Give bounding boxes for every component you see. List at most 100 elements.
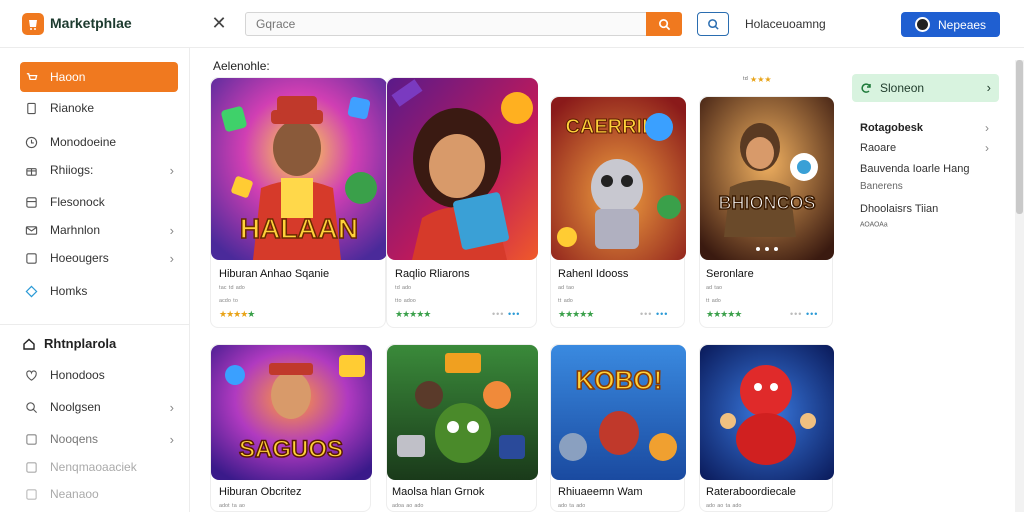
game-meta: ᵃᵈᵒᵗ ᵗᵃ ᵃᵒ xyxy=(219,502,245,511)
sidebar-item-label: Hoeougers xyxy=(50,251,109,265)
game-title[interactable]: Rahenl Idooss xyxy=(558,268,628,280)
rating-stars: ★★★★★ xyxy=(558,309,594,319)
sidebar-item-3[interactable]: Rhiiogs: › xyxy=(20,156,178,184)
game-art: CAERRIK xyxy=(551,97,686,260)
sidebar-item-label: Monodoeine xyxy=(50,135,117,149)
game-title[interactable]: Rhiuaeemn Wam xyxy=(558,486,643,498)
close-icon[interactable]: ✕ xyxy=(209,13,229,33)
right-panel-item-4[interactable]: Dhoolaisrs Tiian xyxy=(860,203,938,215)
sidebar: Haoon Rianoke Monodoeine Rhiiogs: › Fles… xyxy=(0,48,190,512)
header-link[interactable]: Holaceuoamng xyxy=(745,17,826,31)
scrollbar-thumb[interactable] xyxy=(1016,60,1023,214)
sidebar-item-6[interactable]: Hoeougers › xyxy=(20,244,178,272)
sidebar-sub-item-2[interactable]: Nooqens › xyxy=(20,425,178,453)
game-art-title: KOBO! xyxy=(576,365,663,395)
sidebar-heading-label: Rhtnplarola xyxy=(44,336,117,351)
signin-label: Nepeaes xyxy=(938,17,987,32)
sidebar-item-label: Rhiiogs: xyxy=(50,163,94,177)
game-art xyxy=(387,78,538,260)
game-art-title: BHIONCOS xyxy=(718,193,815,213)
game-title[interactable]: Hiburan Anhao Sqanie xyxy=(219,268,329,280)
box-icon xyxy=(24,251,38,265)
app-title: Marketphlae xyxy=(50,15,132,31)
scrollbar[interactable] xyxy=(1015,60,1024,512)
game-meta: ᵃᵈ ᵗᵃᵒ xyxy=(706,284,722,293)
heart-icon xyxy=(24,368,38,382)
logo-icon[interactable] xyxy=(22,13,44,35)
search-input[interactable] xyxy=(245,12,647,36)
chevron-right-icon: › xyxy=(169,400,174,415)
right-panel-item-1[interactable]: Raoare xyxy=(860,142,896,154)
game-art-title: SAGUOS xyxy=(239,436,343,463)
game-meta: ᵗᵗ ᵃᵈᵒ xyxy=(558,297,573,306)
game-title[interactable]: Raqlio Rliarons xyxy=(395,268,470,280)
chevron-right-icon: › xyxy=(169,251,174,266)
game-title[interactable]: Maolsa hlan Grnok xyxy=(392,486,484,498)
game-meta: ᵗᵗᵒ ᵃᵈᵒᵒ xyxy=(395,297,416,306)
cart-icon xyxy=(24,70,38,84)
game-meta: ᵃᶜᵈᵒ ᵗᵒ xyxy=(219,297,238,306)
sidebar-item-4[interactable]: Flesonock xyxy=(20,188,178,216)
signin-button[interactable]: Nepeaes xyxy=(901,12,1000,37)
sidebar-item-label: Noolgsen xyxy=(50,400,101,414)
game-meta: ᵃᵈ ᵗᵃᵒ xyxy=(558,284,574,293)
game-art: BHIONCOS xyxy=(700,97,834,260)
clock-icon xyxy=(24,135,38,149)
sidebar-sub-item-4[interactable]: Neanaoo xyxy=(20,480,178,508)
right-panel-item-0[interactable]: Rotagobesk xyxy=(860,122,923,134)
right-panel-item-2[interactable]: Bauvenda Ioarle Hang xyxy=(860,163,969,175)
scan-button[interactable] xyxy=(697,12,729,36)
game-title[interactable]: Seronlare xyxy=(706,268,754,280)
mail-icon xyxy=(24,223,38,237)
home-icon xyxy=(23,338,35,350)
sidebar-item-5[interactable]: Marhnlon › xyxy=(20,216,178,244)
top-bar: Marketphlae ✕ Holaceuoamng Nepeaes xyxy=(0,0,1024,48)
game-art: HALAAN xyxy=(211,78,387,260)
search-icon xyxy=(24,400,38,414)
game-title[interactable]: Hiburan Obcritez xyxy=(219,486,302,498)
chevron-right-icon: › xyxy=(169,223,174,238)
chevron-right-icon: › xyxy=(985,141,989,155)
sidebar-item-1[interactable]: Rianoke xyxy=(20,94,178,122)
sidebar-item-2[interactable]: Monodoeine xyxy=(20,128,178,156)
box-icon xyxy=(24,460,38,474)
grid-icon xyxy=(24,195,38,209)
game-art xyxy=(387,345,538,480)
right-panel-item-5[interactable]: ᴬᴼᴬᴼᴬᵃ xyxy=(860,221,888,232)
sidebar-item-label: Rianoke xyxy=(50,101,95,115)
game-art-title: CAERRIK xyxy=(565,116,657,138)
sidebar-item-label: Nenqmaoaaciek xyxy=(50,460,137,474)
refresh-icon xyxy=(861,83,871,93)
chevron-right-icon: › xyxy=(169,163,174,178)
sidebar-divider xyxy=(0,324,190,325)
section-label: Aelenohle: xyxy=(213,59,270,73)
sidebar-item-label: Marhnlon xyxy=(50,223,101,237)
sidebar-section-heading: Rhtnplarola xyxy=(22,336,116,351)
game-art: KOBO! xyxy=(551,345,686,480)
rating-meta: ᵗᵈ ★★★ xyxy=(743,75,772,84)
sidebar-sub-item-3[interactable]: Nenqmaoaaciek xyxy=(20,453,178,481)
sidebar-item-7[interactable]: Homks xyxy=(20,277,178,305)
box-icon xyxy=(24,487,38,501)
sidebar-item-label: Neanaoo xyxy=(50,487,99,501)
sidebar-sub-item-0[interactable]: Honodoos xyxy=(20,361,178,389)
game-meta: ᵗᵈ ᵃᵈᵒ xyxy=(395,284,412,293)
sidebar-item-label: Haoon xyxy=(50,70,86,84)
chevron-right-icon: › xyxy=(985,121,989,135)
file-icon xyxy=(24,101,38,115)
tag-icon xyxy=(24,284,38,298)
game-title[interactable]: Rateraboordiecale xyxy=(706,486,796,498)
sidebar-item-label: Flesonock xyxy=(50,195,105,209)
promo-label: Sloneon xyxy=(880,81,925,95)
search-button[interactable] xyxy=(646,12,682,36)
gift-icon xyxy=(24,163,38,177)
box-icon xyxy=(24,432,38,446)
sidebar-item-0[interactable]: Haoon xyxy=(20,62,178,92)
more-dots-icon[interactable]: ••• ••• xyxy=(790,309,1016,319)
promo-banner[interactable]: Sloneon › xyxy=(852,74,999,102)
search-icon xyxy=(658,18,670,30)
rating-stars: ★★★★★ xyxy=(706,309,742,319)
right-panel-item-3[interactable]: Banerens xyxy=(860,181,903,192)
game-meta: ᵃᵈᵒ ᵃᵒ ᵗᵃ ᵃᵈᵒ xyxy=(706,502,742,511)
sidebar-sub-item-1[interactable]: Noolgsen › xyxy=(20,393,178,421)
